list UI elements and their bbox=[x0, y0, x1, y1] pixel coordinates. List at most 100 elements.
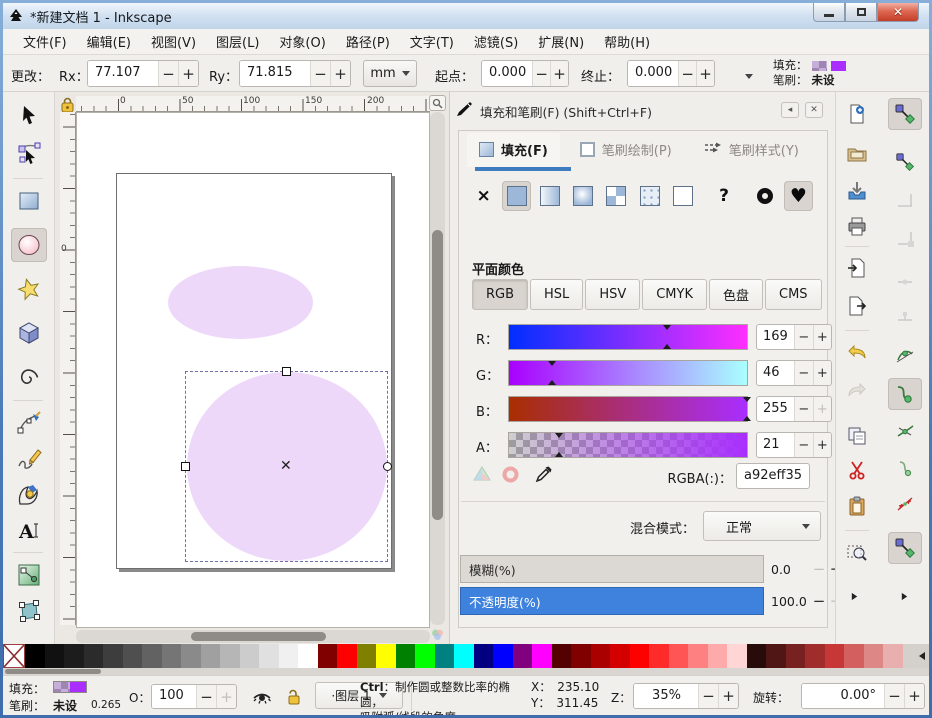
menu-path[interactable]: 路径(P) bbox=[336, 29, 400, 54]
rgba-entry[interactable]: a92eff35 bbox=[736, 463, 810, 489]
snap-more-arrow[interactable] bbox=[894, 586, 914, 606]
snap-others-toggle[interactable] bbox=[888, 532, 922, 564]
commands-more-arrow[interactable] bbox=[844, 586, 864, 606]
zoom-spinbox[interactable]: 35% −+ bbox=[633, 683, 739, 709]
blur-slider[interactable]: 模糊(%) bbox=[460, 555, 764, 583]
print-button[interactable] bbox=[842, 212, 872, 240]
palette-swatch[interactable] bbox=[727, 644, 747, 668]
rotation-dec[interactable]: − bbox=[884, 684, 904, 708]
palette-swatch[interactable] bbox=[220, 644, 240, 668]
palette-swatch[interactable] bbox=[747, 644, 767, 668]
blue-spinbox[interactable]: 255 −+ bbox=[756, 396, 832, 422]
close-button[interactable]: ✕ bbox=[877, 3, 919, 22]
end-angle-value[interactable]: 0.000 bbox=[628, 61, 678, 86]
dock-close-button[interactable]: ✕ bbox=[805, 102, 823, 118]
horizontal-ruler[interactable]: 0 50 100 150 200 bbox=[76, 96, 430, 112]
fill-swatch-button[interactable] bbox=[635, 181, 664, 211]
ellipse-ry-handle[interactable] bbox=[282, 367, 291, 376]
gradient-tool[interactable] bbox=[11, 558, 47, 592]
palette-swatch[interactable] bbox=[84, 644, 104, 668]
new-document-button[interactable] bbox=[842, 100, 872, 128]
green-value[interactable]: 46 bbox=[757, 361, 794, 385]
opacity-dec[interactable]: − bbox=[196, 685, 216, 708]
ellipse-arc-handle[interactable] bbox=[383, 462, 392, 471]
start-angle-spinbox[interactable]: 0.000 −+ bbox=[481, 60, 569, 87]
paint-unknown-question-button[interactable]: ? bbox=[709, 181, 738, 211]
rx-decrement[interactable]: − bbox=[158, 61, 178, 86]
red-value[interactable]: 169 bbox=[757, 325, 794, 349]
blue-slider[interactable] bbox=[508, 396, 748, 422]
slider-marker[interactable] bbox=[663, 340, 671, 349]
palette-swatch[interactable] bbox=[103, 644, 123, 668]
vertical-scrollbar-thumb[interactable] bbox=[432, 230, 443, 520]
stroke-width-value[interactable]: 0.265 bbox=[91, 699, 121, 711]
end-angle-spinbox[interactable]: 0.000 −+ bbox=[627, 60, 715, 87]
palette-swatch[interactable] bbox=[493, 644, 513, 668]
import-button[interactable] bbox=[842, 254, 872, 282]
spiral-tool[interactable] bbox=[11, 360, 47, 394]
palette-swatch[interactable] bbox=[864, 644, 884, 668]
snap-nodes-category-toggle[interactable] bbox=[890, 342, 920, 370]
object-opacity-value[interactable]: 100 bbox=[152, 685, 196, 708]
green-increment[interactable]: + bbox=[813, 361, 831, 385]
box3d-tool[interactable] bbox=[11, 316, 47, 350]
fill-none-button[interactable]: × bbox=[469, 181, 498, 211]
palette-swatch[interactable] bbox=[201, 644, 221, 668]
palette-swatch[interactable] bbox=[181, 644, 201, 668]
opacity-decrement[interactable]: − bbox=[811, 587, 827, 610]
color-mode-hsl[interactable]: HSL bbox=[530, 279, 583, 310]
palette-swatch[interactable] bbox=[766, 644, 786, 668]
green-slider[interactable] bbox=[508, 360, 748, 386]
rectangle-tool[interactable] bbox=[11, 184, 47, 218]
ry-decrement[interactable]: − bbox=[310, 61, 330, 86]
red-decrement[interactable]: − bbox=[794, 325, 812, 349]
red-spinbox[interactable]: 169 −+ bbox=[756, 324, 832, 350]
horizontal-scrollbar-thumb[interactable] bbox=[191, 632, 326, 641]
snap-enable-toggle[interactable] bbox=[888, 98, 922, 130]
palette-swatch[interactable] bbox=[279, 644, 299, 668]
rx-value[interactable]: 77.107 bbox=[88, 61, 158, 86]
unit-dropdown[interactable]: mm bbox=[363, 60, 417, 87]
menu-view[interactable]: 视图(V) bbox=[141, 29, 206, 54]
palette-swatch[interactable] bbox=[571, 644, 591, 668]
blue-value[interactable]: 255 bbox=[757, 397, 794, 421]
status-stroke-value[interactable]: 未设 bbox=[53, 697, 77, 714]
snap-bbox-toggle[interactable] bbox=[890, 148, 920, 176]
fill-stroke-indicator[interactable]: 填充： 笔刷： 未设 bbox=[773, 58, 923, 88]
swatch-ring-icon[interactable] bbox=[502, 466, 519, 487]
menu-filters[interactable]: 滤镜(S) bbox=[464, 29, 528, 54]
palette-swatch[interactable] bbox=[786, 644, 806, 668]
zoom-dec[interactable]: − bbox=[698, 684, 718, 708]
snap-midpoint-toggle[interactable] bbox=[890, 490, 920, 518]
green-spinbox[interactable]: 46 −+ bbox=[756, 360, 832, 386]
palette-swatch[interactable] bbox=[142, 644, 162, 668]
text-tool[interactable]: A bbox=[11, 514, 47, 548]
mesh-tool[interactable] bbox=[11, 594, 47, 628]
rotation-inc[interactable]: + bbox=[904, 684, 924, 708]
rotation-value[interactable]: 0.00° bbox=[802, 684, 884, 708]
maximize-button[interactable] bbox=[845, 3, 877, 22]
opacity-slider[interactable]: 不透明度(%) bbox=[460, 587, 764, 615]
menu-object[interactable]: 对象(O) bbox=[269, 29, 335, 54]
fill-rule-evenodd-button[interactable]: ♥ bbox=[784, 181, 813, 211]
palette-swatch[interactable] bbox=[318, 644, 338, 668]
snap-bbox-edge-toggle[interactable] bbox=[890, 186, 920, 214]
palette-swatch[interactable] bbox=[669, 644, 689, 668]
alpha-slider[interactable] bbox=[508, 432, 748, 458]
palette-swatch[interactable] bbox=[552, 644, 572, 668]
object-opacity-spinbox[interactable]: 100 −+ bbox=[151, 684, 237, 709]
selection-center-mark[interactable]: ✕ bbox=[280, 458, 292, 474]
start-angle-value[interactable]: 0.000 bbox=[482, 61, 532, 86]
palette-swatch[interactable] bbox=[240, 644, 260, 668]
menu-edit[interactable]: 编辑(E) bbox=[77, 29, 141, 54]
palette-scroll-left-icon[interactable] bbox=[915, 644, 929, 668]
status-fill-swatch[interactable] bbox=[53, 681, 87, 693]
end-increment[interactable]: + bbox=[696, 61, 714, 86]
palette-swatch[interactable] bbox=[532, 644, 552, 668]
red-slider[interactable] bbox=[508, 324, 748, 350]
color-mode-cms[interactable]: CMS bbox=[765, 279, 822, 310]
menu-layer[interactable]: 图层(L) bbox=[206, 29, 269, 54]
alpha-decrement[interactable]: − bbox=[794, 433, 812, 457]
palette-swatch[interactable] bbox=[396, 644, 416, 668]
color-managed-view-icon[interactable] bbox=[430, 628, 446, 643]
